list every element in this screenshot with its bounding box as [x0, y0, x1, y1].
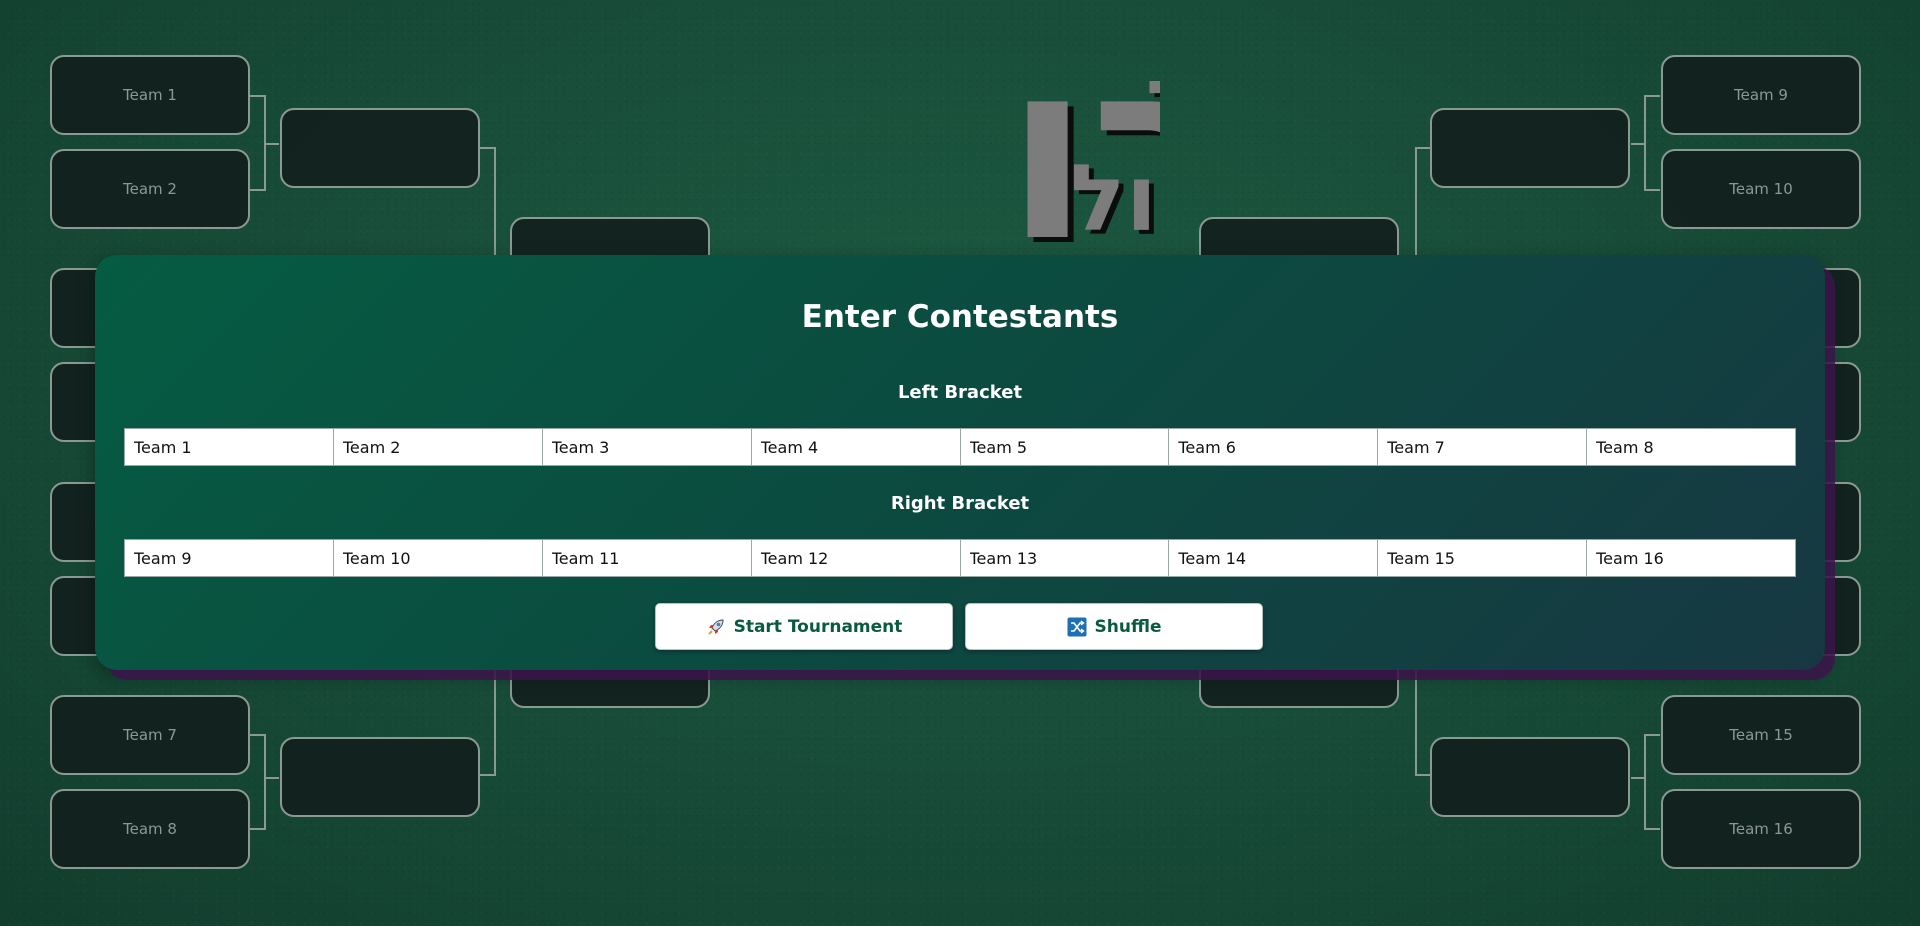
svg-text:ול: ול	[1070, 145, 1157, 250]
right-bracket-label: Right Bracket	[890, 493, 1030, 514]
bracket-slot-right-7: Team 15	[1661, 695, 1861, 775]
shuffle-button[interactable]: Shuffle	[965, 603, 1263, 650]
start-tournament-label: Start Tournament	[733, 616, 903, 637]
right-team-input-3[interactable]	[541, 539, 751, 577]
left-team-input-5[interactable]	[959, 428, 1169, 466]
bracket-slot-left-round2-1	[280, 108, 480, 188]
left-bracket-inputs	[124, 428, 1796, 466]
left-team-input-2[interactable]	[332, 428, 542, 466]
bracket-slot-right-round2-1	[1430, 108, 1630, 188]
left-bracket-label: Left Bracket	[897, 382, 1023, 403]
right-team-input-8[interactable]	[1586, 539, 1796, 577]
bracket-slot-left-1: Team 1	[50, 55, 250, 135]
right-team-input-6[interactable]	[1168, 539, 1378, 577]
right-team-input-5[interactable]	[959, 539, 1169, 577]
bracket-slot-left-2: Team 2	[50, 149, 250, 229]
bracket-slot-right-8: Team 16	[1661, 789, 1861, 869]
bracket-slot-left-round2-4	[280, 737, 480, 817]
logo: רו רו דפר דפר ול ול	[1005, 30, 1160, 250]
left-team-input-7[interactable]	[1377, 428, 1587, 466]
panel-title: Enter Contestants	[801, 299, 1119, 335]
right-team-input-1[interactable]	[124, 539, 333, 577]
right-team-input-2[interactable]	[332, 539, 542, 577]
shuffle-label: Shuffle	[1094, 616, 1162, 637]
left-team-input-6[interactable]	[1168, 428, 1378, 466]
left-team-input-1[interactable]	[124, 428, 333, 466]
right-bracket-inputs	[124, 539, 1796, 577]
start-tournament-button[interactable]: Start Tournament	[655, 603, 953, 650]
contestants-panel: Enter Contestants Left Bracket Right Bra…	[95, 255, 1825, 670]
bracket-slot-left-8: Team 8	[50, 789, 250, 869]
right-team-input-4[interactable]	[750, 539, 960, 577]
bracket-slot-right-1: Team 9	[1661, 55, 1861, 135]
bracket-slot-right-round2-4	[1430, 737, 1630, 817]
left-team-input-4[interactable]	[750, 428, 960, 466]
left-team-input-3[interactable]	[541, 428, 751, 466]
bracket-slot-right-2: Team 10	[1661, 149, 1861, 229]
left-team-input-8[interactable]	[1586, 428, 1796, 466]
right-team-input-7[interactable]	[1377, 539, 1587, 577]
shuffle-icon	[1067, 617, 1087, 636]
rocket-icon	[707, 618, 724, 635]
bracket-slot-left-7: Team 7	[50, 695, 250, 775]
